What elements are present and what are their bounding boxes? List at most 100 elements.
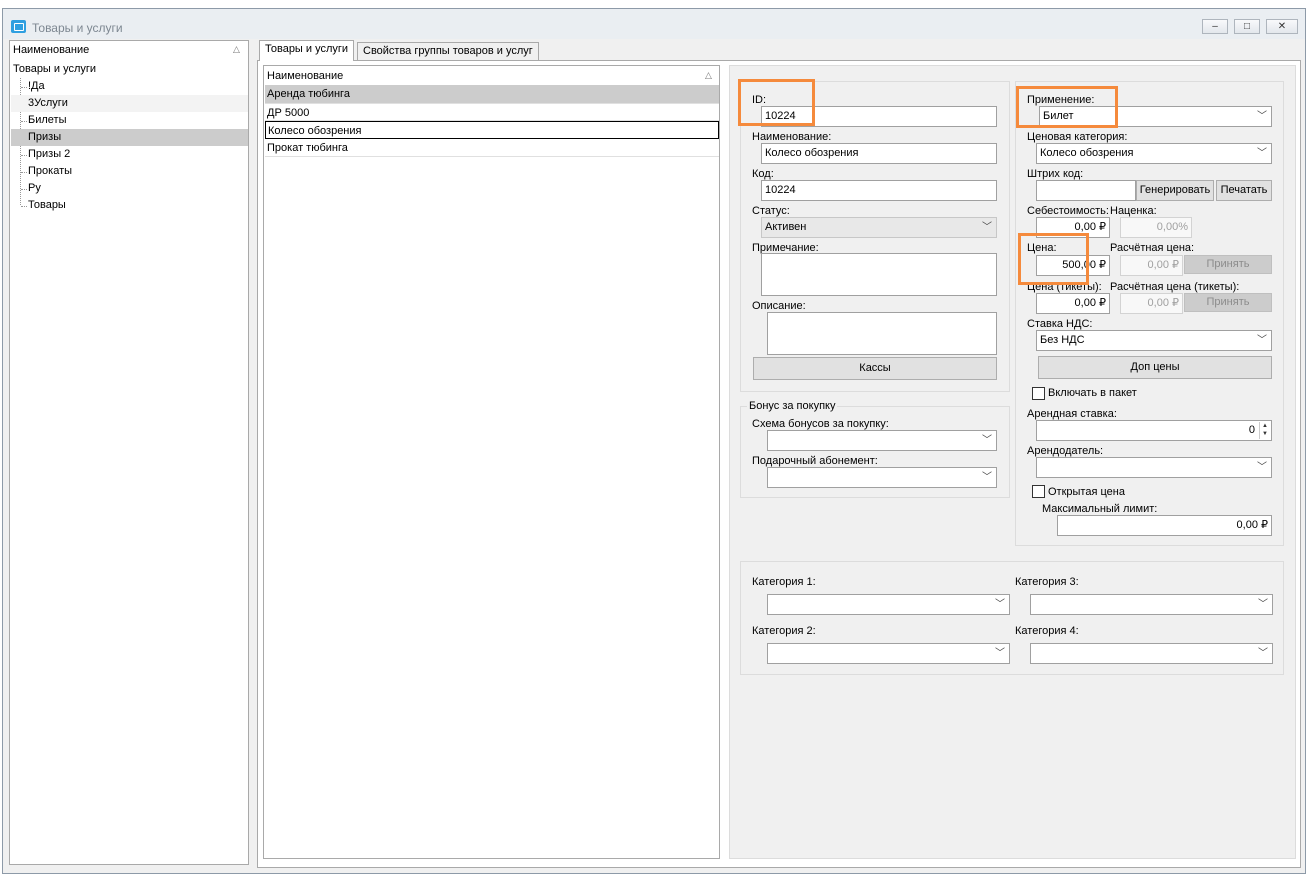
rent-rate-value: 0 <box>1248 424 1255 436</box>
code-label: Код: <box>752 168 774 180</box>
chevron-down-icon: ﹀ <box>1257 462 1267 473</box>
markup-field: 0,00% <box>1120 217 1192 238</box>
kassy-button[interactable]: Кассы <box>753 357 997 380</box>
bonus-group-title: Бонус за покупку <box>747 400 838 412</box>
category-1-select[interactable]: ﹀ <box>767 594 1010 615</box>
minimize-button[interactable]: ‒ <box>1202 19 1228 34</box>
product-list[interactable]: Наименование △ Аренда тюбинга ДР 5000 Ко… <box>263 65 720 859</box>
price-tickets-field[interactable]: 0,00 ₽ <box>1036 293 1110 314</box>
barcode-label: Штрих код: <box>1027 168 1084 180</box>
tree-root[interactable]: Товары и услуги <box>13 61 96 78</box>
highlight-id <box>738 79 815 126</box>
vat-select[interactable]: Без НДС ﹀ <box>1036 330 1272 351</box>
tree-item[interactable]: !Да <box>28 78 45 95</box>
tree-item[interactable]: Призы 2 <box>28 146 70 163</box>
open-price-checkbox[interactable] <box>1032 485 1045 498</box>
description-label: Описание: <box>752 300 806 312</box>
vat-label: Ставка НДС: <box>1027 318 1093 330</box>
rent-rate-label: Арендная ставка: <box>1027 408 1117 420</box>
extra-prices-button[interactable]: Доп цены <box>1038 356 1272 379</box>
sort-asc-icon: △ <box>233 44 240 54</box>
tree-branch <box>21 206 27 207</box>
window-title: Товары и услуги <box>32 21 123 35</box>
calc-price-label: Расчётная цена: <box>1110 242 1195 254</box>
app-icon <box>11 20 26 33</box>
stepper-up-icon[interactable]: ▲ <box>1260 422 1270 430</box>
markup-label: Наценка: <box>1110 205 1157 217</box>
stepper-arrows[interactable]: ▲ ▼ <box>1259 422 1270 439</box>
chevron-down-icon: ﹀ <box>995 648 1005 659</box>
gift-select[interactable]: ﹀ <box>767 467 997 488</box>
status-value: Активен <box>765 221 807 233</box>
note-field[interactable] <box>761 253 997 296</box>
tab-goods-services[interactable]: Товары и услуги <box>259 40 355 61</box>
highlight-application <box>1016 86 1118 128</box>
category-4-select[interactable]: ﹀ <box>1030 643 1273 664</box>
maximize-button[interactable]: □ <box>1234 19 1260 34</box>
vat-value: Без НДС <box>1040 334 1085 346</box>
tree-item[interactable]: Товары <box>28 197 66 214</box>
calc-price-field: 0,00 ₽ <box>1120 255 1183 276</box>
chevron-down-icon: ﹀ <box>1258 648 1268 659</box>
list-item-selected[interactable]: Колесо обозрения <box>265 121 719 139</box>
stepper-down-icon[interactable]: ▼ <box>1260 430 1270 438</box>
tree-branch <box>21 155 27 156</box>
open-price-label: Открытая цена <box>1048 486 1125 498</box>
tree-branch <box>21 87 27 88</box>
include-in-package-checkbox[interactable] <box>1032 387 1045 400</box>
category-4-label: Категория 4: <box>1015 625 1079 637</box>
status-select[interactable]: Активен ﹀ <box>761 217 997 238</box>
chevron-down-icon: ﹀ <box>1257 148 1267 159</box>
bonus-scheme-select[interactable]: ﹀ <box>767 430 997 451</box>
rent-rate-stepper[interactable]: 0 ▲ ▼ <box>1036 420 1272 441</box>
landlord-select[interactable]: ﹀ <box>1036 457 1272 478</box>
chevron-down-icon: ﹀ <box>1257 335 1267 346</box>
tree-branch <box>21 172 27 173</box>
price-category-value: Колесо обозрения <box>1040 147 1134 159</box>
apply-calc-price-button[interactable]: Принять <box>1184 255 1272 274</box>
tree-item[interactable]: Прокаты <box>28 163 72 180</box>
tree-item[interactable]: Ру <box>28 180 41 197</box>
tree-branch <box>21 189 27 190</box>
main-window: Товары и услуги ‒ □ ✕ Наименование △ Тов… <box>2 8 1306 874</box>
barcode-field[interactable] <box>1036 180 1136 201</box>
close-button[interactable]: ✕ <box>1266 19 1298 34</box>
list-item[interactable]: ДР 5000 <box>265 103 719 121</box>
cost-label: Себестоимость: <box>1027 205 1109 217</box>
category-1-label: Категория 1: <box>752 576 816 588</box>
gift-label: Подарочный абонемент: <box>752 455 878 467</box>
category-tree[interactable]: Наименование △ Товары и услуги !Да 3Услу… <box>9 40 249 865</box>
tree-column-header[interactable]: Наименование <box>13 44 89 56</box>
category-3-label: Категория 3: <box>1015 576 1079 588</box>
print-button[interactable]: Печатать <box>1216 180 1272 201</box>
list-item[interactable]: Аренда тюбинга <box>265 85 719 103</box>
name-label: Наименование: <box>752 131 832 143</box>
code-field[interactable]: 10224 <box>761 180 997 201</box>
bonus-scheme-label: Схема бонусов за покупку: <box>752 418 889 430</box>
price-category-select[interactable]: Колесо обозрения ﹀ <box>1036 143 1272 164</box>
tree-branch <box>21 121 27 122</box>
tab-group-properties[interactable]: Свойства группы товаров и услуг <box>357 42 539 61</box>
title-bar[interactable]: Товары и услуги ‒ □ ✕ <box>3 9 1305 39</box>
list-item[interactable]: Прокат тюбинга <box>265 139 719 157</box>
chevron-down-icon: ﹀ <box>995 599 1005 610</box>
max-limit-label: Максимальный лимит: <box>1042 503 1158 515</box>
description-field[interactable] <box>767 312 997 355</box>
calc-price-tickets-label: Расчётная цена (тикеты): <box>1110 281 1240 293</box>
chevron-down-icon: ﹀ <box>1257 111 1267 122</box>
generate-button[interactable]: Генерировать <box>1136 180 1214 201</box>
max-limit-field[interactable]: 0,00 ₽ <box>1057 515 1272 536</box>
list-column-header[interactable]: Наименование <box>267 70 343 82</box>
apply-calc-price-tickets-button[interactable]: Принять <box>1184 293 1272 312</box>
tree-item[interactable]: Билеты <box>28 112 66 129</box>
category-2-select[interactable]: ﹀ <box>767 643 1010 664</box>
calc-price-tickets-field: 0,00 ₽ <box>1120 293 1183 314</box>
status-label: Статус: <box>752 205 790 217</box>
price-category-label: Ценовая категория: <box>1027 131 1128 143</box>
chevron-down-icon: ﹀ <box>982 435 992 446</box>
tree-item-selected[interactable]: Призы <box>11 129 248 146</box>
category-3-select[interactable]: ﹀ <box>1030 594 1273 615</box>
name-field[interactable]: Колесо обозрения <box>761 143 997 164</box>
tree-item[interactable]: 3Услуги <box>11 95 248 112</box>
include-in-package-label: Включать в пакет <box>1048 387 1137 399</box>
